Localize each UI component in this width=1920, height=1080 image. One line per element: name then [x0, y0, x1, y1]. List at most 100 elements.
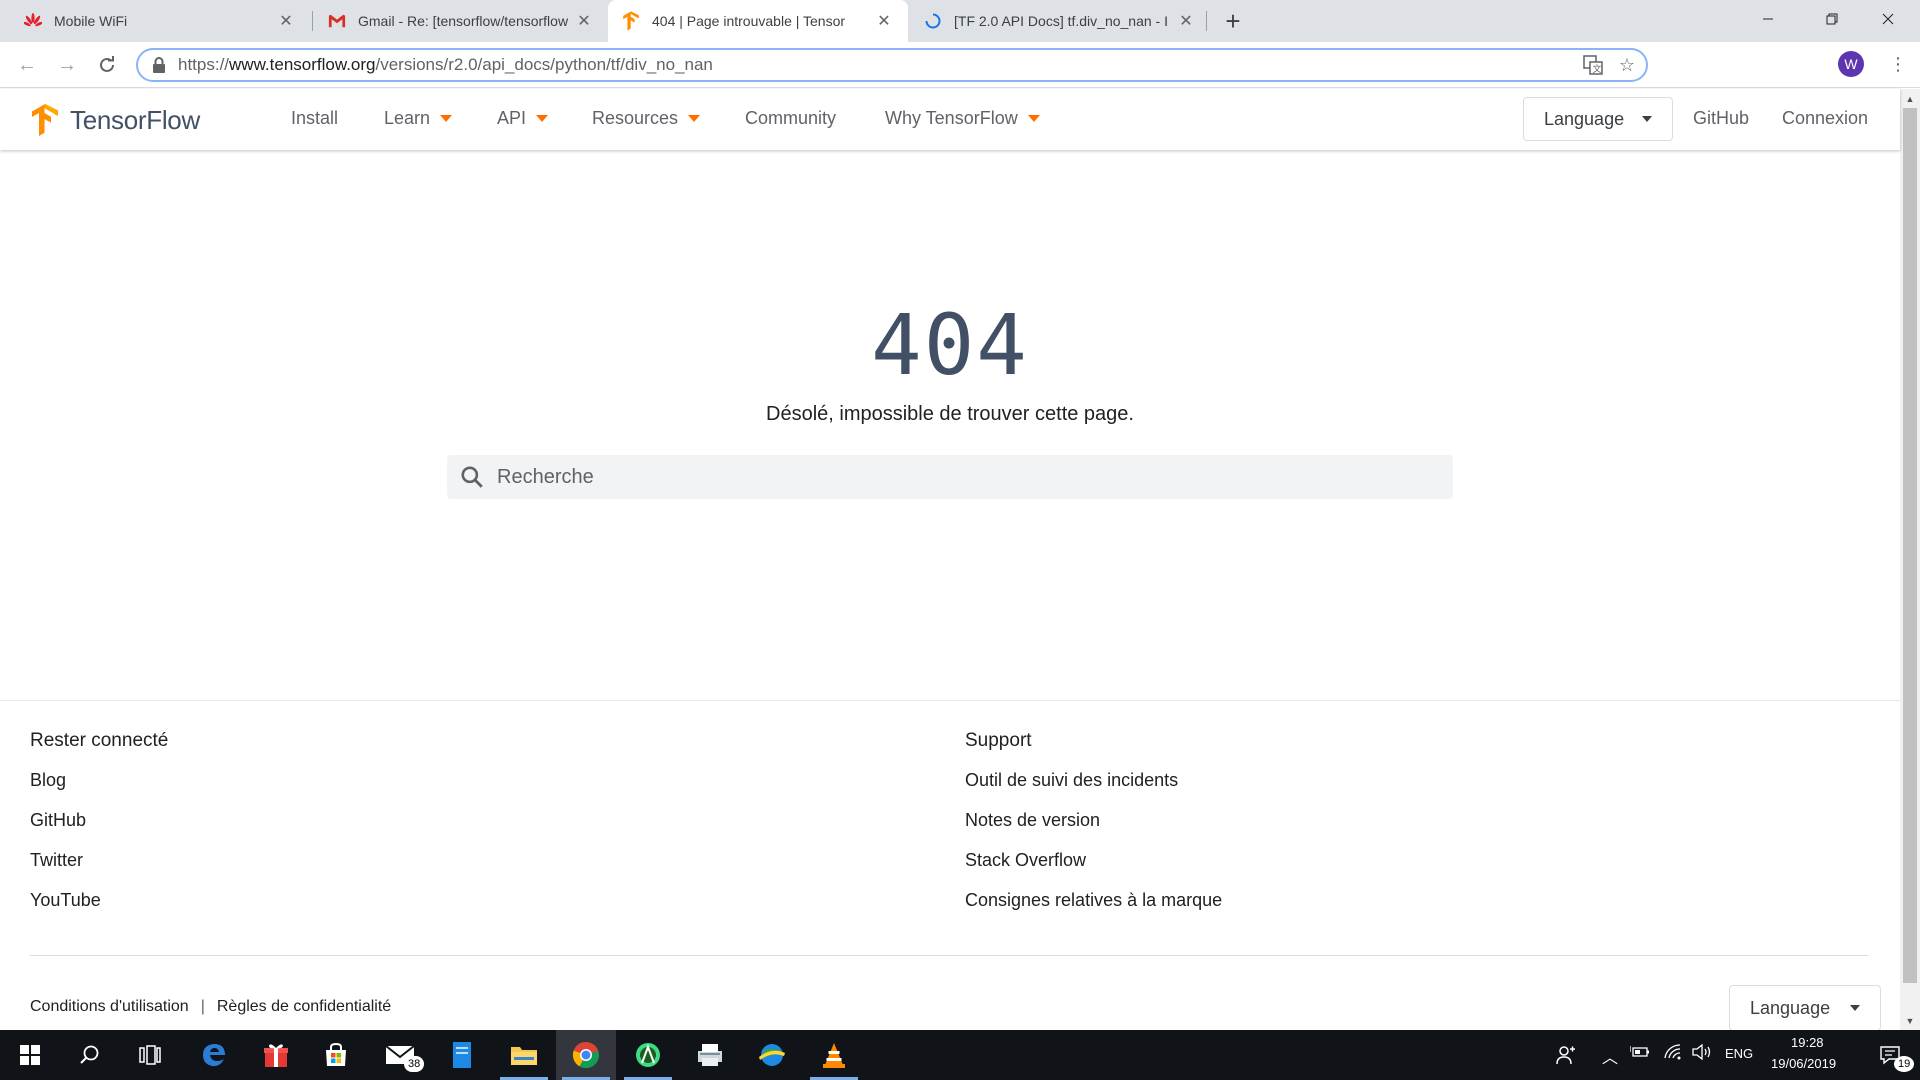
tab-mobile-wifi[interactable]: Mobile WiFi ✕ — [10, 0, 310, 42]
store-bag-icon — [326, 1042, 346, 1066]
close-window-button[interactable] — [1856, 0, 1920, 38]
tab-strip: Mobile WiFi ✕ Gmail - Re: [tensorflow/te… — [0, 0, 1920, 42]
action-center-button[interactable]: 19 — [1860, 1030, 1920, 1080]
legal-links: Conditions d'utilisation | Règles de con… — [30, 998, 391, 1016]
language-select[interactable]: Language — [1523, 97, 1674, 141]
document-icon — [453, 1042, 471, 1068]
privacy-link[interactable]: Règles de confidentialité — [217, 998, 391, 1016]
close-icon[interactable]: ✕ — [874, 11, 894, 31]
android-studio-icon — [636, 1043, 660, 1067]
clock-date[interactable]: 19/06/2019 — [1771, 1056, 1836, 1071]
footer-link-github[interactable]: GitHub — [30, 810, 168, 850]
forward-button[interactable]: → — [52, 50, 82, 80]
caret-down-icon — [440, 115, 453, 122]
translate-icon[interactable]: 文 — [1578, 50, 1608, 80]
scanner-app[interactable] — [680, 1030, 740, 1080]
signin-link[interactable]: Connexion — [1782, 108, 1868, 129]
url-text: https://www.tensorflow.org/versions/r2.0… — [178, 55, 713, 74]
globe-app[interactable] — [742, 1030, 802, 1080]
nav-api[interactable]: API — [497, 108, 549, 129]
footer-heading: Rester connecté — [30, 730, 169, 751]
close-icon[interactable]: ✕ — [276, 11, 296, 31]
more-vert-icon[interactable]: ⋮ — [1888, 50, 1908, 78]
input-language[interactable]: ENG — [1725, 1046, 1753, 1061]
footer-top-divider — [0, 700, 1900, 701]
tensorflow-brand-link[interactable]: TensorFlow — [30, 104, 200, 136]
vlc-cone-icon — [823, 1043, 845, 1068]
edge-icon — [203, 1044, 225, 1067]
back-button[interactable]: ← — [12, 50, 42, 80]
star-icon[interactable]: ☆ — [1612, 50, 1642, 80]
mail-unread-badge: 38 — [404, 1056, 425, 1072]
task-view-icon — [139, 1045, 161, 1065]
volume-icon[interactable] — [1692, 1043, 1714, 1063]
close-icon[interactable]: ✕ — [1176, 11, 1196, 31]
nav-learn[interactable]: Learn — [384, 108, 453, 129]
tab-title: Mobile WiFi — [54, 13, 128, 29]
chrome-icon — [572, 1041, 599, 1069]
footer-link-stack-overflow[interactable]: Stack Overflow — [965, 850, 1222, 890]
search-icon — [80, 1045, 99, 1064]
task-view-button[interactable] — [120, 1030, 180, 1080]
tab-tensorflow-404[interactable]: 404 | Page introuvable | Tensor ✕ — [608, 0, 908, 42]
nav-why-tensorflow[interactable]: Why TensorFlow — [885, 108, 1040, 129]
battery-icon[interactable] — [1629, 1044, 1650, 1063]
loading-spinner-icon — [924, 12, 942, 30]
footer-link-blog[interactable]: Blog — [30, 770, 168, 810]
browser-toolbar: ← → https://www.tensorflow.org/versions/… — [0, 42, 1920, 120]
chevron-up-icon[interactable]: ︿ — [1602, 1044, 1618, 1068]
windows-start-button[interactable] — [0, 1030, 60, 1080]
footer-divider — [30, 955, 1868, 956]
people-icon — [1556, 1046, 1575, 1065]
people-button[interactable] — [1536, 1030, 1596, 1080]
vlc-app[interactable] — [804, 1030, 864, 1080]
terms-link[interactable]: Conditions d'utilisation — [30, 998, 189, 1016]
scroll-down-arrow-icon[interactable]: ▼ — [1900, 1012, 1920, 1030]
search-box[interactable] — [447, 455, 1453, 499]
tab-tf-api-docs[interactable]: [TF 2.0 API Docs] tf.div_no_nan - I ✕ — [910, 0, 1210, 42]
chrome-app[interactable] — [556, 1030, 616, 1080]
reload-button[interactable] — [92, 50, 122, 80]
close-icon[interactable]: ✕ — [574, 11, 594, 31]
nav-community[interactable]: Community — [745, 108, 836, 129]
store-app[interactable] — [306, 1030, 366, 1080]
wifi-icon[interactable] — [1664, 1044, 1682, 1063]
lock-icon — [153, 57, 165, 73]
new-tab-button[interactable]: + — [1218, 6, 1248, 36]
restore-icon — [1826, 13, 1838, 25]
address-bar[interactable]: https://www.tensorflow.org/versions/r2.0… — [136, 48, 1648, 82]
footer-link-release-notes[interactable]: Notes de version — [965, 810, 1222, 850]
footer-link-issue-tracker[interactable]: Outil de suivi des incidents — [965, 770, 1222, 810]
taskbar-search-button[interactable] — [60, 1030, 120, 1080]
notes-app[interactable] — [432, 1030, 492, 1080]
footer-language-select[interactable]: Language — [1729, 985, 1882, 1031]
footer-link-youtube[interactable]: YouTube — [30, 890, 168, 930]
tab-title: [TF 2.0 API Docs] tf.div_no_nan - I — [954, 13, 1168, 29]
tab-gmail[interactable]: Gmail - Re: [tensorflow/tensorflow ✕ — [314, 0, 608, 42]
github-link[interactable]: GitHub — [1693, 108, 1749, 129]
error-code: 404 — [871, 296, 1029, 394]
scrollbar-thumb[interactable] — [1903, 108, 1917, 983]
android-studio-app[interactable] — [618, 1030, 678, 1080]
minimize-button[interactable] — [1736, 0, 1800, 38]
mail-app[interactable]: 38 — [370, 1030, 430, 1080]
profile-avatar[interactable]: W — [1838, 51, 1864, 77]
folder-icon — [511, 1047, 537, 1065]
svg-text:文: 文 — [1593, 63, 1602, 75]
windows-logo-icon — [20, 1045, 40, 1065]
scroll-up-arrow-icon[interactable]: ▲ — [1900, 90, 1920, 108]
footer-link-brand-guidelines[interactable]: Consignes relatives à la marque — [965, 890, 1222, 930]
file-explorer-app[interactable] — [494, 1030, 554, 1080]
restore-button[interactable] — [1800, 0, 1864, 38]
gift-icon — [264, 1044, 288, 1067]
gift-app[interactable] — [246, 1030, 306, 1080]
globe-icon — [759, 1044, 785, 1066]
tensorflow-logo-icon — [32, 104, 58, 136]
footer-heading: Support — [965, 730, 1032, 751]
clock-time[interactable]: 19:28 — [1791, 1035, 1824, 1050]
nav-install[interactable]: Install — [291, 108, 338, 129]
search-input[interactable] — [497, 465, 1397, 489]
edge-app[interactable] — [184, 1030, 244, 1080]
nav-resources[interactable]: Resources — [592, 108, 701, 129]
footer-link-twitter[interactable]: Twitter — [30, 850, 168, 890]
